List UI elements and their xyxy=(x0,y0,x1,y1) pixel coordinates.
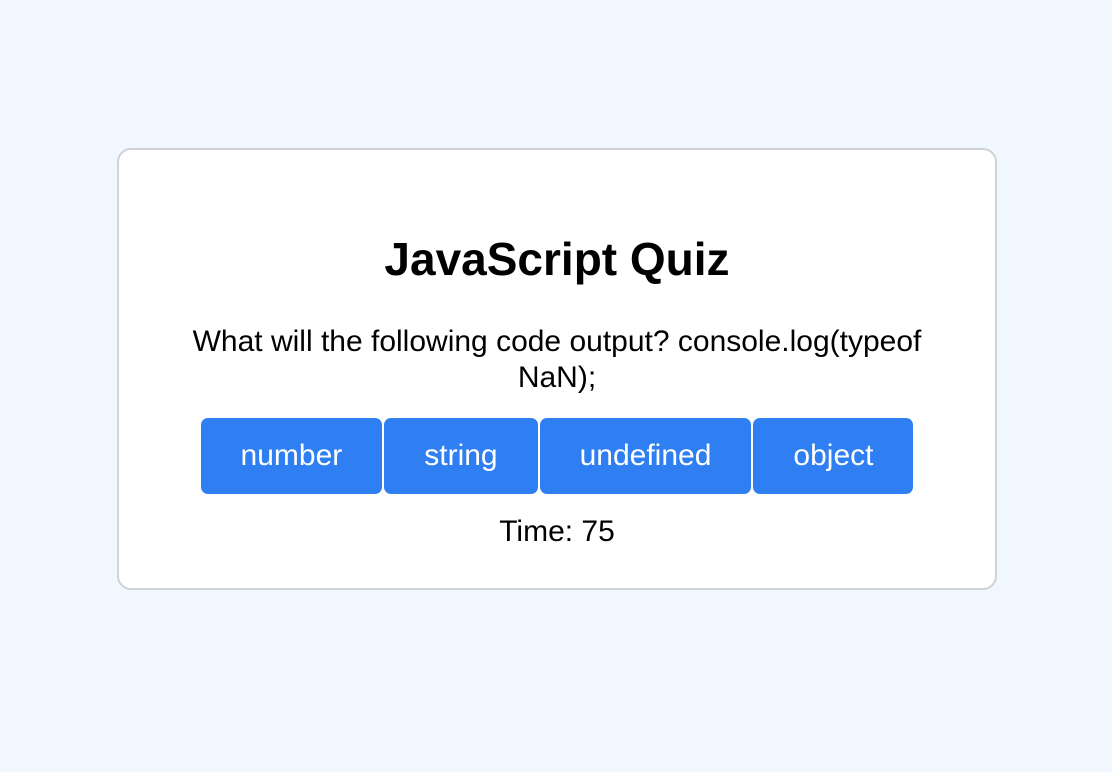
question-text: What will the following code output? con… xyxy=(192,325,922,394)
timer-display: Time: 75 xyxy=(499,515,615,548)
answer-button-number[interactable]: number xyxy=(200,418,383,494)
answer-button-object[interactable]: object xyxy=(753,418,914,494)
answer-button-undefined[interactable]: undefined xyxy=(539,418,752,494)
answer-button-string[interactable]: string xyxy=(384,418,538,494)
quiz-card: JavaScript Quiz What will the following … xyxy=(117,148,997,590)
answer-options: number string undefined object xyxy=(119,418,995,494)
quiz-title: JavaScript Quiz xyxy=(384,233,730,285)
